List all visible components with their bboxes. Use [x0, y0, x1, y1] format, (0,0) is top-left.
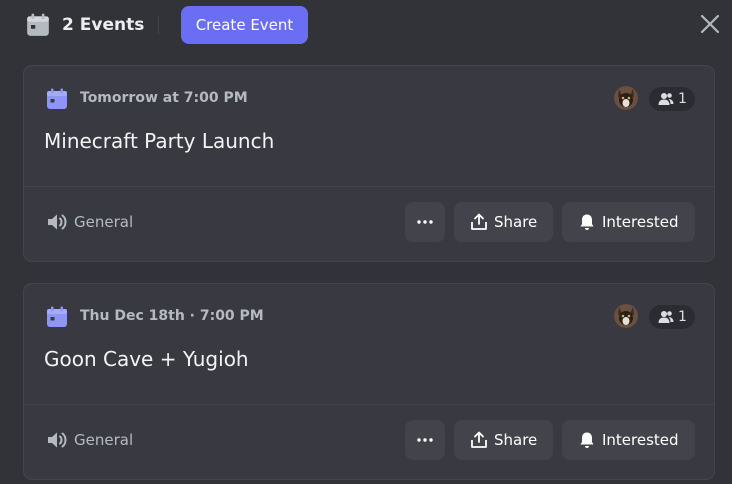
close-icon[interactable] [698, 12, 722, 36]
share-label: Share [494, 213, 538, 231]
event-count: 2 Events [62, 15, 145, 35]
bell-icon [580, 432, 594, 448]
interested-count: 1 [678, 309, 687, 325]
share-button[interactable]: Share [454, 420, 553, 460]
event-date: Tomorrow at 7:00 PM [80, 90, 248, 106]
interested-count: 1 [678, 91, 687, 107]
event-channel: General [74, 213, 134, 231]
event-card[interactable]: Tomorrow at 7:00 PM 1 Minecraft Party La… [23, 65, 715, 262]
avatar[interactable] [614, 86, 638, 110]
bell-icon [580, 214, 594, 230]
event-card[interactable]: Thu Dec 18th · 7:00 PM 1 Goon Cave + Yug… [23, 283, 715, 480]
share-button[interactable]: Share [454, 202, 553, 242]
event-title[interactable]: Goon Cave + Yugioh [44, 345, 249, 373]
calendar-icon [27, 13, 49, 36]
interested-label: Interested [602, 213, 679, 231]
more-options-button[interactable] [405, 202, 445, 242]
header-divider [158, 16, 159, 34]
card-divider [24, 404, 714, 405]
people-icon [658, 311, 674, 323]
more-options-button[interactable] [405, 420, 445, 460]
share-icon [471, 213, 487, 230]
avatar[interactable] [614, 304, 638, 328]
share-icon [471, 431, 487, 448]
share-label: Share [494, 431, 538, 449]
card-divider [24, 186, 714, 187]
calendar-icon [47, 88, 67, 109]
events-header: 2 Events Create Event [0, 0, 732, 50]
calendar-icon [47, 306, 67, 327]
interested-label: Interested [602, 431, 679, 449]
people-icon [658, 93, 674, 105]
more-icon [417, 438, 433, 442]
speaker-icon [48, 432, 67, 448]
interested-button[interactable]: Interested [562, 202, 695, 242]
interested-count-badge[interactable]: 1 [649, 305, 695, 329]
event-title[interactable]: Minecraft Party Launch [44, 127, 274, 155]
interested-count-badge[interactable]: 1 [649, 87, 695, 111]
create-event-button[interactable]: Create Event [181, 6, 308, 44]
interested-button[interactable]: Interested [562, 420, 695, 460]
more-icon [417, 220, 433, 224]
event-channel: General [74, 431, 134, 449]
event-date: Thu Dec 18th · 7:00 PM [80, 308, 264, 324]
speaker-icon [48, 214, 67, 230]
